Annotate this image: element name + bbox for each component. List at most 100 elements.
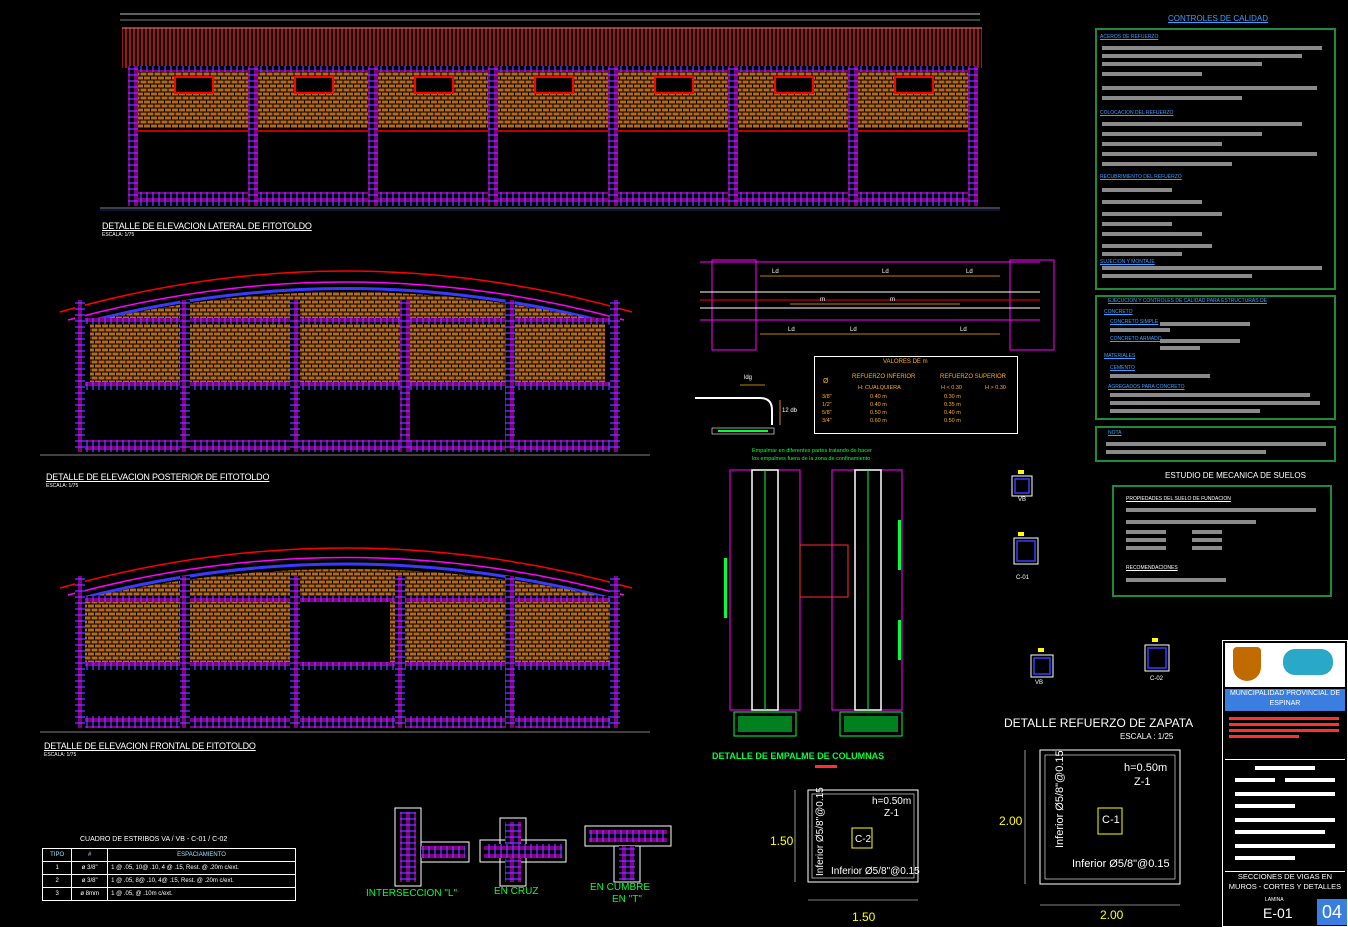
- column: [608, 66, 618, 206]
- splice-length-label: Ld: [772, 269, 779, 275]
- valores-m-cell: 3/8": [822, 394, 832, 400]
- table-row: 3 ø 8mm 1 @ .05, @ .10m c/ext.: [41, 887, 296, 901]
- lateral-elevation-title: DETALLE DE ELEVACION LATERAL DE FITOTOLD…: [102, 221, 312, 231]
- estribos-cell: ø 3/8": [71, 874, 109, 888]
- estribos-cell: 1: [41, 861, 73, 875]
- municipal-crest: [1233, 647, 1261, 681]
- quality-controls-heading: CONTROLES DE CALIDAD: [1168, 14, 1269, 23]
- quality-controls-panel: [1095, 28, 1336, 290]
- soil-section-1: PROPIEDADES DEL SUELO DE FUNDACION: [1126, 496, 1231, 502]
- column: [610, 300, 620, 452]
- soil-section-2: RECOMENDACIONES: [1126, 565, 1178, 571]
- splice-length-label: Ld: [966, 269, 973, 275]
- zapata-large-dim-x: 2.00: [1100, 908, 1124, 922]
- valores-m-cell: 0.40 m: [870, 402, 887, 408]
- valores-m-cell: 0.30 m: [944, 394, 961, 400]
- sheet-title: SECCIONES DE VIGAS EN MUROS - CORTES Y D…: [1225, 871, 1345, 894]
- section-c02-label: C-02: [1150, 676, 1164, 682]
- section-c01-label: C-01: [1016, 575, 1030, 581]
- estribos-header-tipo: TIPO: [41, 848, 73, 862]
- splice-length-label: Ld: [960, 327, 967, 333]
- valores-m-cell: 0.50 m: [870, 410, 887, 416]
- valores-m-cell: 3/4": [822, 418, 832, 424]
- column: [848, 66, 858, 206]
- splice-length-label: Ld: [882, 269, 889, 275]
- estribos-cell: 1 @ .05, @ .10m c/ext.: [107, 887, 296, 901]
- lateral-elevation: [100, 13, 1000, 211]
- zapata-small-dim-y: 1.50: [770, 834, 794, 848]
- estribos-title: CUADRO DE ESTRIBOS VA / VB - C-01 / C-02: [80, 836, 228, 843]
- qc-box2-item-1: CONCRETO: [1104, 309, 1133, 315]
- zapata-small-id: Z-1: [884, 808, 899, 819]
- zapata-details: [794, 749, 1181, 906]
- qc-box2-item-3: CONCRETO ARMADO: [1110, 336, 1162, 342]
- valores-m-cell: 0.40 m: [944, 410, 961, 416]
- estribos-cell: ø 8mm: [71, 887, 109, 901]
- beam-splice-diagram: Ld Ld Ld m m Ld Ld Ld: [700, 259, 1055, 351]
- valores-m-cell: 0.40 m: [870, 394, 887, 400]
- qc-box2-item-5: CEMENTO: [1110, 365, 1135, 371]
- column: [368, 66, 378, 206]
- column: [488, 66, 498, 206]
- window: [774, 76, 814, 94]
- window: [534, 76, 574, 94]
- column: [180, 300, 190, 452]
- zapata-large-id: Z-1: [1134, 776, 1151, 788]
- valores-m-cell: 0.60 m: [870, 418, 887, 424]
- table-row: 2 ø 3/8" 1 @ .05, 8@ .10, 4@ .15, Rest. …: [41, 874, 296, 888]
- qc-box3-title: NOTA: [1108, 430, 1122, 436]
- splice-length-label: m: [820, 297, 825, 303]
- column: [75, 300, 85, 452]
- logo-area: [1225, 643, 1345, 687]
- hook-12db-label: 12 db: [782, 408, 798, 414]
- valores-m-cell: 0.35 m: [944, 402, 961, 408]
- table-row: 1 ø 3/8" 1 @ .05, 10@ .10, 4 @ .15, Rest…: [41, 861, 296, 875]
- zapata-large-bars-h: Inferior Ø5/8"@0.15: [1072, 858, 1170, 870]
- hook-detail: [695, 384, 781, 435]
- zapata-large-dim-y: 2.00: [999, 814, 1023, 828]
- qc-section-3: RECUBRIMIENTO DEL REFUERZO: [1100, 174, 1182, 180]
- estribos-cell: 3: [41, 887, 73, 901]
- column-splice-title: DETALLE DE EMPALME DE COLUMNAS: [712, 751, 885, 761]
- valores-m-cell: 1/2": [822, 402, 832, 408]
- sheet-number: 04: [1317, 899, 1347, 925]
- lamina-label: LAMINA: [1265, 897, 1284, 903]
- column: [968, 66, 978, 206]
- splice-length-label: m: [890, 297, 895, 303]
- intersection-t-label: EN CUMBRE: [590, 882, 651, 893]
- column: [128, 66, 138, 206]
- section-vb-label: VB: [1018, 497, 1027, 503]
- qc-box2-item-4: MATERIALES: [1104, 353, 1136, 359]
- zapata-small-bars-v: Inferior Ø5/8"@0.15: [815, 787, 826, 876]
- qc-box2-item-6: AGREGADOS PARA CONCRETO: [1108, 384, 1185, 390]
- window: [294, 76, 334, 94]
- valores-m-col-inf: REFUERZO INFERIOR: [852, 374, 916, 380]
- valores-m-cell: 5/8": [822, 410, 832, 416]
- window: [414, 76, 454, 94]
- valores-m-sub-sup1: H < 0.30: [941, 385, 962, 391]
- sheet-code: E-01: [1263, 905, 1293, 921]
- estribos-cell: 2: [41, 874, 73, 888]
- posterior-elevation-scale: ESCALA: 1/75: [46, 483, 79, 489]
- hook-ldg-label: ldg: [744, 375, 753, 381]
- posterior-elevation: [40, 270, 650, 456]
- estribos-table: TIPO # ESPACIAMIENTO 1 ø 3/8" 1 @ .05, 1…: [41, 848, 296, 901]
- zapata-title: DETALLE REFUERZO DE ZAPATA: [1004, 716, 1194, 730]
- splice-length-label: Ld: [788, 327, 795, 333]
- estribos-header-esp: ESPACIAMIENTO: [107, 848, 296, 862]
- intersection-details: [394, 807, 672, 887]
- qc-section-2: COLOCACION DEL REFUERZO: [1100, 110, 1174, 116]
- qc-section-4: SUJECION Y MONTAJE: [1100, 259, 1155, 265]
- zapata-large-h: h=0.50m: [1124, 762, 1168, 774]
- column: [610, 576, 620, 728]
- window: [654, 76, 694, 94]
- intersection-t-label2: EN "T": [612, 894, 642, 905]
- column: [290, 300, 300, 452]
- zapata-scale: ESCALA : 1/25: [1120, 732, 1174, 741]
- zapata-small-dim-x: 1.50: [852, 910, 876, 924]
- column: [505, 300, 515, 452]
- intersection-cross-label: EN CRUZ: [494, 886, 539, 897]
- zapata-small-bars-h: Inferior Ø5/8"@0.15: [831, 866, 920, 877]
- zapata-large-col: C-1: [1102, 814, 1120, 826]
- valores-m-col-sup: REFUERZO SUPERIOR: [940, 374, 1007, 380]
